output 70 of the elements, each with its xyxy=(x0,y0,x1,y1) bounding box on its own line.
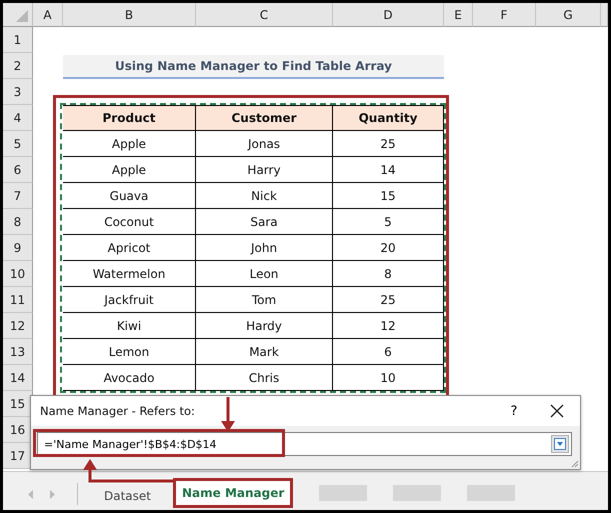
column-header[interactable]: D xyxy=(333,3,444,27)
table-cell: Apricot xyxy=(63,235,196,261)
table-cell: Hardy xyxy=(196,313,333,339)
table-cell: Kiwi xyxy=(63,313,196,339)
table-cell: 20 xyxy=(333,235,444,261)
sheet-tab[interactable]: Name Manager xyxy=(176,481,290,505)
row-header[interactable]: 6 xyxy=(3,157,33,183)
table-cell: 10 xyxy=(333,365,444,391)
row-header[interactable]: 16 xyxy=(3,417,33,443)
row-header[interactable]: 5 xyxy=(3,131,33,157)
row-header[interactable]: 2 xyxy=(3,53,33,79)
table-header-cell: Quantity xyxy=(333,105,444,131)
table-cell: Harry xyxy=(196,157,333,183)
column-header[interactable]: B xyxy=(63,3,196,27)
row-header[interactable]: 11 xyxy=(3,287,33,313)
table-cell: John xyxy=(196,235,333,261)
sheet-title: Using Name Manager to Find Table Array xyxy=(63,55,444,79)
table-cell: Chris xyxy=(196,365,333,391)
row-header[interactable]: 17 xyxy=(3,443,33,469)
table-cell: 12 xyxy=(333,313,444,339)
table-cell: 5 xyxy=(333,209,444,235)
row-header[interactable]: 3 xyxy=(3,79,33,105)
close-icon xyxy=(550,404,564,418)
column-header[interactable]: G xyxy=(536,3,601,27)
table-cell: 15 xyxy=(333,183,444,209)
row-header[interactable]: 12 xyxy=(3,313,33,339)
table-cell: Apple xyxy=(63,157,196,183)
table-cell: Watermelon xyxy=(63,261,196,287)
row-header[interactable]: 1 xyxy=(3,27,33,53)
table-cell: Guava xyxy=(63,183,196,209)
column-header[interactable]: F xyxy=(473,3,536,27)
table-cell: Sara xyxy=(196,209,333,235)
column-header[interactable] xyxy=(601,3,608,27)
blurred-tab[interactable] xyxy=(467,485,516,501)
help-button[interactable]: ? xyxy=(494,404,534,418)
corner-triangle-icon xyxy=(15,9,29,23)
table-cell: 6 xyxy=(333,339,444,365)
table-header-cell: Customer xyxy=(196,105,333,131)
table-cell: 14 xyxy=(333,157,444,183)
arrow xyxy=(221,397,235,432)
row-header[interactable]: 7 xyxy=(3,183,33,209)
row-header[interactable]: 9 xyxy=(3,235,33,261)
table-cell: Jackfruit xyxy=(63,287,196,313)
table-cell: Apple xyxy=(63,131,196,157)
table-cell: Coconut xyxy=(63,209,196,235)
column-header[interactable]: A xyxy=(33,3,63,27)
table-cell: Nick xyxy=(196,183,333,209)
table-cell: Avocado xyxy=(63,365,196,391)
table-cell: Tom xyxy=(196,287,333,313)
row-header[interactable]: 13 xyxy=(3,339,33,365)
row-header[interactable]: 10 xyxy=(3,261,33,287)
row-header[interactable]: 4 xyxy=(3,105,33,131)
table-cell: Mark xyxy=(196,339,333,365)
row-header[interactable]: 14 xyxy=(3,365,33,391)
row-header[interactable]: 15 xyxy=(3,391,33,417)
table-cell: Lemon xyxy=(63,339,196,365)
blurred-tab[interactable] xyxy=(319,485,368,501)
table-header-cell: Product xyxy=(63,105,196,131)
table-cell: Leon xyxy=(196,261,333,287)
table-cell: 25 xyxy=(333,131,444,157)
table-cell: Jonas xyxy=(196,131,333,157)
column-header[interactable]: E xyxy=(444,3,473,27)
sheet-tab[interactable]: Dataset xyxy=(92,484,163,508)
column-header[interactable]: C xyxy=(196,3,333,27)
table-cell: 8 xyxy=(333,261,444,287)
table-cell: 25 xyxy=(333,287,444,313)
blurred-tab[interactable] xyxy=(393,485,442,501)
dialog-title: Name Manager - Refers to: xyxy=(40,404,196,418)
resize-grip-icon[interactable] xyxy=(571,460,579,468)
row-header[interactable]: 8 xyxy=(3,209,33,235)
